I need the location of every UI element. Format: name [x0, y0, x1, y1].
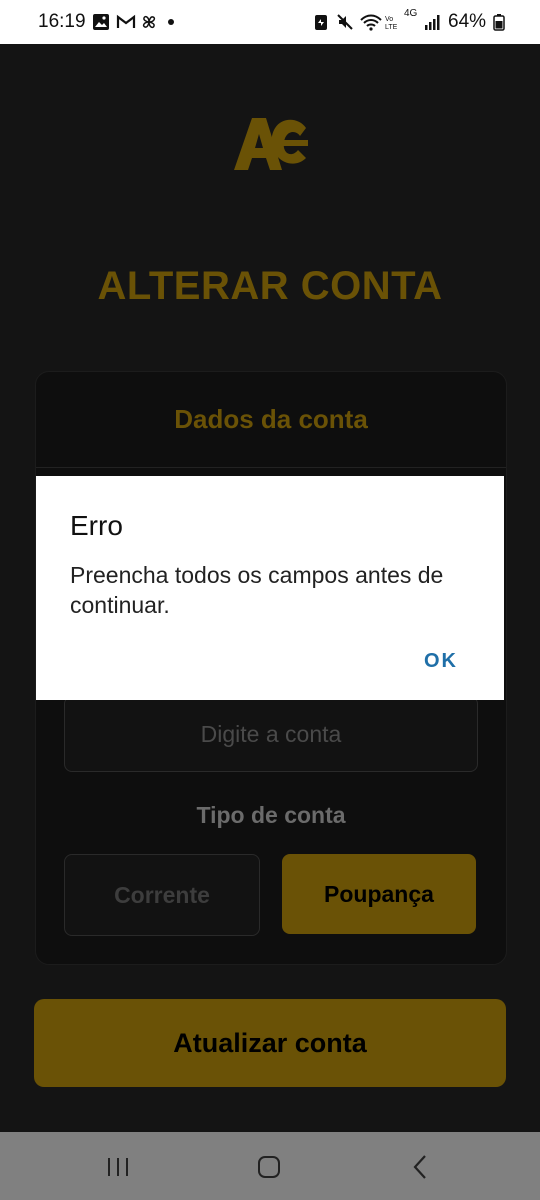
status-time: 16:19: [38, 11, 86, 32]
dialog-title: Erro: [70, 510, 123, 541]
back-icon[interactable]: [406, 1152, 436, 1182]
pinwheel-icon: [142, 15, 156, 29]
network-label: 4G: [404, 8, 418, 19]
signal-icon: [425, 15, 440, 30]
page-title: ALTERAR CONTA: [97, 264, 443, 308]
account-input[interactable]: Digite a conta: [64, 696, 478, 772]
svg-text:LTE: LTE: [385, 24, 398, 31]
app-logo: [232, 114, 308, 172]
dialog-message: Preencha todos os campos antes de contin…: [70, 562, 444, 618]
image-icon: [93, 14, 109, 30]
navigation-bar: [0, 1132, 540, 1200]
home-icon[interactable]: [254, 1152, 284, 1182]
volte-icon: Vo LTE: [385, 16, 398, 31]
gmail-icon: [116, 14, 136, 28]
card-title: Dados da conta: [174, 404, 368, 434]
battery-percent: 64%: [448, 11, 487, 32]
ac-logo-icon: [234, 118, 308, 170]
status-bar: 16:19 Vo LTE 4G 64%: [0, 0, 540, 44]
battery-saver-icon: [315, 15, 327, 30]
error-dialog: Erro Preencha todos os campos antes de c…: [36, 476, 504, 700]
recents-icon[interactable]: [103, 1152, 133, 1182]
update-account-button[interactable]: Atualizar conta: [34, 999, 506, 1087]
mute-icon: [337, 14, 353, 30]
svg-text:Vo: Vo: [385, 16, 393, 23]
option-poupanca-button[interactable]: Poupança: [282, 854, 476, 934]
option-corrente-button[interactable]: Corrente: [64, 854, 260, 936]
battery-icon: [493, 14, 505, 31]
notification-dot-icon: [168, 19, 174, 25]
account-type-label: Tipo de conta: [196, 802, 346, 828]
dialog-ok-button[interactable]: OK: [424, 650, 458, 673]
wifi-icon: [360, 14, 382, 31]
card-header: Dados da conta: [36, 372, 506, 468]
